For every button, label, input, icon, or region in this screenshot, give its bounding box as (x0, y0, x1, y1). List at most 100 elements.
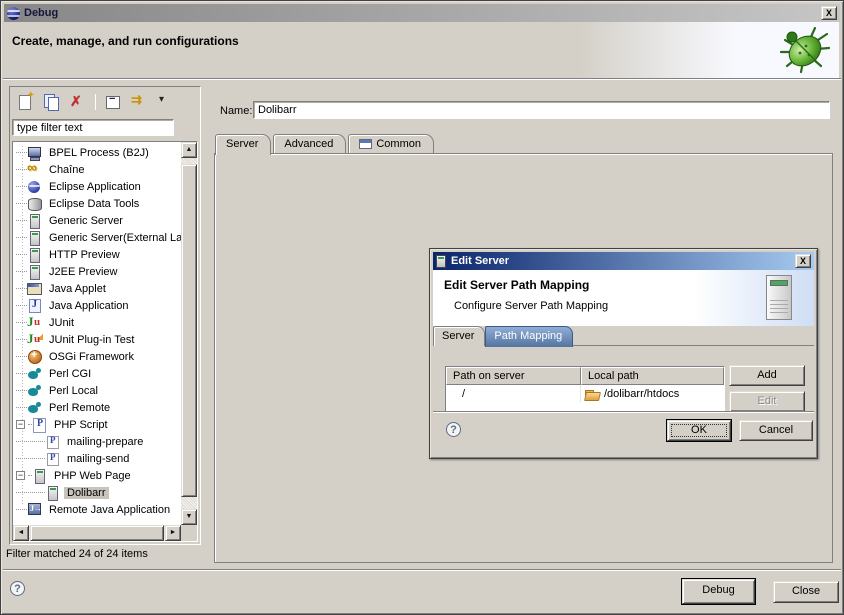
collapse-toggle-icon[interactable]: − (16, 471, 25, 480)
tree-horizontal-scrollbar[interactable]: ◄ ► (13, 525, 181, 541)
scroll-right-icon[interactable]: ► (165, 525, 181, 541)
vertical-scroll-thumb[interactable] (181, 164, 197, 497)
dialog-help-icon[interactable]: ? (446, 422, 461, 437)
tree-item-bpel-process-b2j[interactable]: BPEL Process (B2J) (13, 144, 181, 161)
debug-button[interactable]: Debug (682, 579, 755, 604)
tab-path-mapping[interactable]: Path Mapping (485, 326, 573, 347)
java-app-icon (27, 299, 43, 313)
folder-icon (585, 388, 600, 400)
tree-item-generic-server-external-la[interactable]: Generic Server(External La (13, 229, 181, 246)
dialog-header: Create, manage, and run configurations (5, 22, 839, 78)
eclipse-app-icon (27, 180, 43, 194)
collapse-all-icon[interactable] (105, 94, 122, 110)
tree-item-eclipse-data-tools[interactable]: Eclipse Data Tools (13, 195, 181, 212)
server-icon (27, 248, 43, 262)
tree-item-mailing-send[interactable]: mailing-send (13, 450, 181, 467)
server-icon (436, 255, 446, 268)
edit-server-dialog: Edit Server X Edit Server Path Mapping C… (429, 248, 818, 459)
delete-configuration-icon[interactable] (69, 94, 86, 110)
window-title: Debug (24, 7, 821, 19)
tree-item-remote-java-application[interactable]: Remote Java Application (13, 501, 181, 518)
tree-item-dolibarr[interactable]: Dolibarr (13, 484, 181, 501)
server-icon (27, 214, 43, 228)
filter-configurations-icon[interactable] (131, 94, 148, 110)
type-filter-input[interactable] (12, 119, 174, 136)
window-close-button[interactable]: X (821, 6, 837, 20)
server-icon (32, 469, 48, 483)
menu-dropdown-icon[interactable] (157, 94, 174, 110)
scroll-up-icon[interactable]: ▲ (181, 142, 197, 158)
column-local-path[interactable]: Local path (581, 367, 724, 385)
tree-item-junit-plug-in-test[interactable]: JUnit Plug-in Test (13, 331, 181, 348)
perl-icon (27, 384, 43, 398)
database-icon (27, 197, 43, 211)
ok-button[interactable]: OK (667, 420, 731, 441)
remote-java-icon (27, 503, 43, 517)
configurations-toolbar (11, 88, 199, 116)
tab-server[interactable]: Server (215, 134, 271, 155)
tree-item-java-application[interactable]: Java Application (13, 297, 181, 314)
path-mapping-pane: Path on server Local path //dolibarr/htd… (433, 345, 814, 455)
tree-item-eclipse-application[interactable]: Eclipse Application (13, 178, 181, 195)
dialog-header-fade (694, 270, 814, 326)
php-icon (32, 418, 48, 432)
horizontal-scroll-thumb[interactable] (30, 525, 164, 541)
edit-server-titlebar[interactable]: Edit Server X (433, 252, 814, 270)
name-label: Name: (220, 105, 252, 117)
close-button[interactable]: Close (773, 581, 839, 603)
column-path-on-server[interactable]: Path on server (446, 367, 581, 385)
perl-icon (27, 401, 43, 415)
duplicate-configuration-icon[interactable] (43, 94, 60, 110)
collapse-toggle-icon[interactable]: − (16, 420, 25, 429)
php-file-icon (45, 452, 61, 466)
tree-item-osgi-framework[interactable]: OSGi Framework (13, 348, 181, 365)
tree-item-perl-local[interactable]: Perl Local (13, 382, 181, 399)
config-tabs: Server Advanced Common (215, 134, 436, 154)
name-input[interactable] (253, 101, 830, 119)
server-icon (27, 231, 43, 245)
tree-item-perl-cgi[interactable]: Perl CGI (13, 365, 181, 382)
debug-dialog-window: Debug X Create, manage, and run configur… (0, 0, 844, 615)
tree-item-php-web-page[interactable]: −PHP Web Page (13, 467, 181, 484)
add-mapping-button[interactable]: Add (729, 365, 805, 386)
config-tree-widget: BPEL Process (B2J)ChaîneEclipse Applicat… (12, 141, 198, 542)
tree-item-mailing-prepare[interactable]: mailing-prepare (13, 433, 181, 450)
tree-item-generic-server[interactable]: Generic Server (13, 212, 181, 229)
scroll-left-icon[interactable]: ◄ (13, 525, 29, 541)
edit-server-close-button[interactable]: X (795, 254, 811, 268)
tab-advanced[interactable]: Advanced (273, 134, 346, 154)
window-titlebar[interactable]: Debug X (4, 4, 840, 22)
tree-item-php-script[interactable]: −PHP Script (13, 416, 181, 433)
tree-item-cha-ne[interactable]: Chaîne (13, 161, 181, 178)
java-applet-icon (27, 282, 43, 296)
mapping-table-head: Path on server Local path (446, 367, 724, 385)
dialog-heading: Edit Server Path Mapping (444, 278, 589, 292)
scrollbar-corner (181, 525, 197, 541)
toolbar-separator (95, 94, 96, 110)
footer-divider (3, 569, 841, 571)
tree-item-j2ee-preview[interactable]: J2EE Preview (13, 263, 181, 280)
cancel-button[interactable]: Cancel (739, 420, 813, 441)
edit-mapping-button[interactable]: Edit (729, 391, 805, 412)
php-file-icon (45, 435, 61, 449)
bug-icon (775, 22, 833, 78)
page-title: Create, manage, and run configurations (12, 34, 239, 48)
junit-plugin-icon (27, 333, 43, 347)
help-icon[interactable]: ? (10, 581, 25, 596)
edit-server-title: Edit Server (451, 255, 795, 267)
scroll-down-icon[interactable]: ▼ (181, 509, 197, 525)
mapping-row[interactable]: //dolibarr/htdocs (446, 385, 724, 402)
tab-common[interactable]: Common (348, 134, 434, 154)
new-configuration-icon[interactable] (17, 94, 34, 110)
tree-item-http-preview[interactable]: HTTP Preview (13, 246, 181, 263)
configurations-panel: BPEL Process (B2J)ChaîneEclipse Applicat… (9, 86, 201, 545)
tree-vertical-scrollbar[interactable]: ▲ ▼ (181, 142, 197, 525)
perl-icon (27, 367, 43, 381)
tree-item-junit[interactable]: JUnit (13, 314, 181, 331)
tree-item-perl-remote[interactable]: Perl Remote (13, 399, 181, 416)
server-tower-icon (766, 275, 792, 320)
tab-server-settings[interactable]: Server (433, 326, 485, 346)
edit-server-tabs: Server Path Mapping (433, 326, 573, 346)
tree-item-java-applet[interactable]: Java Applet (13, 280, 181, 297)
server-icon (27, 265, 43, 279)
